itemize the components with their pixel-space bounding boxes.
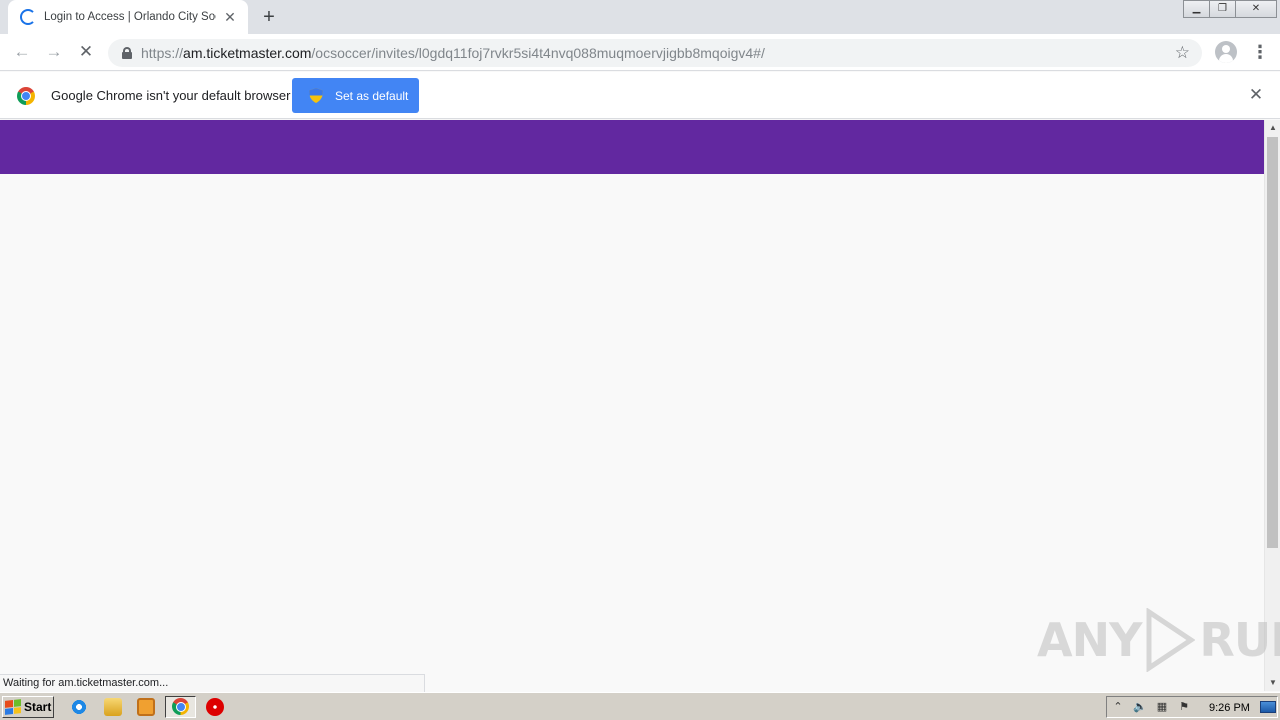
new-tab-button[interactable]: + <box>259 7 279 27</box>
infobar-message: Google Chrome isn't your default browser <box>51 88 291 103</box>
internet-explorer-icon[interactable] <box>70 698 88 716</box>
show-desktop-icon[interactable] <box>1260 701 1276 713</box>
page-header-bar <box>0 120 1264 174</box>
window-close-button[interactable]: ✕ <box>1235 0 1277 18</box>
profile-icon[interactable] <box>1215 41 1237 63</box>
windows-taskbar: Start ⌃ 🔈 ▦ ⚑ 9:26 PM <box>0 692 1280 720</box>
address-bar[interactable]: https://am.ticketmaster.com/ocsoccer/inv… <box>108 39 1202 67</box>
url-host: am.ticketmaster.com <box>183 45 312 61</box>
start-button[interactable]: Start <box>2 696 54 718</box>
forward-button[interactable]: → <box>43 41 65 63</box>
minimize-button[interactable]: ▁ <box>1183 0 1210 18</box>
set-as-default-button[interactable]: Set as default <box>292 78 419 113</box>
volume-icon[interactable]: 🔈 <box>1132 700 1148 714</box>
opera-icon[interactable] <box>206 698 224 716</box>
back-button[interactable]: ← <box>11 41 33 63</box>
tab-title: Login to Access | Orlando City Soccer <box>44 11 216 23</box>
lock-icon[interactable] <box>122 47 132 59</box>
set-as-default-label: Set as default <box>335 88 409 103</box>
status-bubble: Waiting for am.ticketmaster.com... <box>0 674 425 692</box>
chrome-menu-icon[interactable]: ⋮ <box>1251 42 1269 62</box>
uac-shield-icon <box>309 88 323 103</box>
loading-spinner-icon <box>20 9 36 25</box>
watermark-right: RUN <box>1199 613 1280 667</box>
bookmark-star-icon[interactable]: ☆ <box>1175 43 1190 63</box>
tab-strip: Login to Access | Orlando City Soccer ✕ … <box>0 0 1280 34</box>
infobar-close-icon[interactable]: ✕ <box>1248 86 1264 103</box>
taskbar-chrome-button[interactable] <box>165 696 196 718</box>
action-center-flag-icon[interactable]: ⚑ <box>1176 700 1192 714</box>
tab-close-icon[interactable]: ✕ <box>222 9 238 25</box>
vertical-scrollbar[interactable]: ▲ ▼ <box>1264 120 1280 691</box>
taskbar-clock[interactable]: 9:26 PM <box>1209 702 1250 714</box>
taskbar-chrome-icon <box>172 698 189 715</box>
play-logo-icon <box>1146 608 1196 672</box>
restore-button[interactable]: ❐ <box>1209 0 1236 18</box>
chrome-icon <box>17 87 35 105</box>
network-icon[interactable]: ▦ <box>1154 700 1170 714</box>
default-browser-infobar: Google Chrome isn't your default browser… <box>0 72 1280 119</box>
url-text[interactable]: https://am.ticketmaster.com/ocsoccer/inv… <box>141 45 765 61</box>
windows-logo-icon <box>5 699 21 715</box>
start-label: Start <box>24 700 52 714</box>
url-path: /ocsoccer/invites/l0gdq11foj7rvkr5si4t4n… <box>311 45 765 61</box>
watermark-left: ANY <box>1037 613 1142 667</box>
media-player-icon[interactable] <box>137 698 155 716</box>
browser-toolbar: ← → ✕ https://am.ticketmaster.com/ocsocc… <box>0 34 1280 71</box>
url-scheme: https:// <box>141 45 184 61</box>
scroll-thumb[interactable] <box>1267 137 1278 548</box>
file-explorer-icon[interactable] <box>104 698 122 716</box>
system-tray: ⌃ 🔈 ▦ ⚑ <box>1106 696 1278 718</box>
stop-loading-button[interactable]: ✕ <box>75 41 97 63</box>
tray-expand-icon[interactable]: ⌃ <box>1110 700 1126 714</box>
scroll-up-arrow-icon[interactable]: ▲ <box>1265 120 1280 136</box>
anyrun-watermark: ANY RUN <box>1037 608 1280 672</box>
scroll-down-arrow-icon[interactable]: ▼ <box>1265 675 1280 691</box>
browser-tab[interactable]: Login to Access | Orlando City Soccer ✕ <box>8 0 248 34</box>
